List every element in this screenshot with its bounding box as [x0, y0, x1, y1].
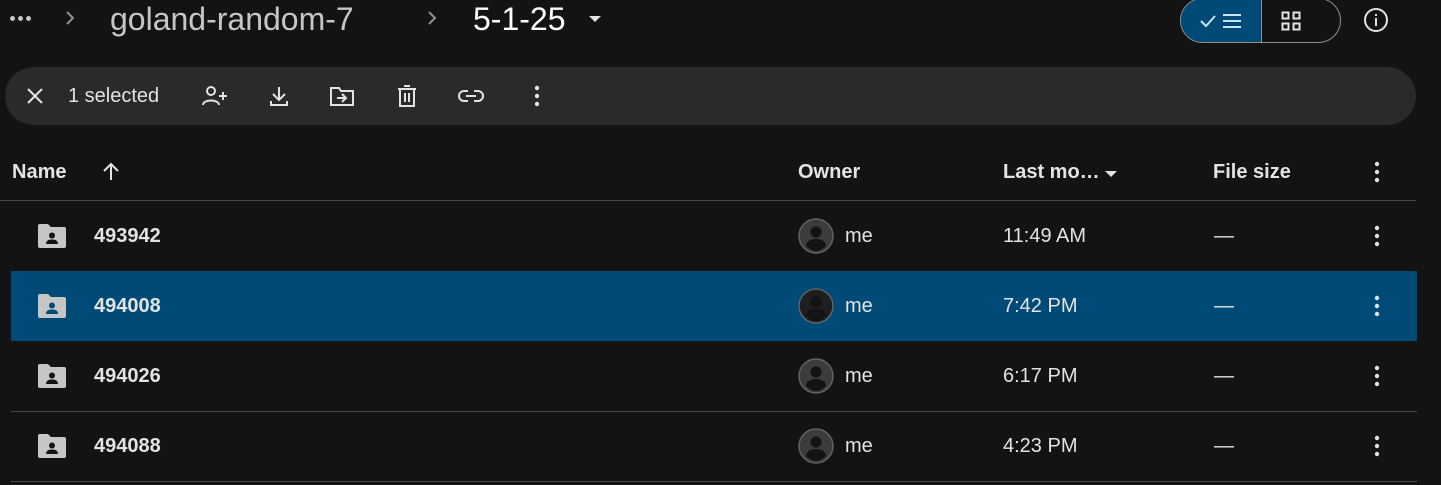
- more-vert-icon: [1374, 365, 1380, 387]
- shared-folder-icon: [37, 362, 67, 390]
- file-name[interactable]: 494026: [94, 363, 161, 389]
- file-size: —: [1214, 435, 1234, 457]
- selection-toolbar: 1 selected: [5, 67, 1416, 125]
- checked-list-icon: [1200, 13, 1241, 28]
- owner-avatar-icon: [798, 288, 834, 324]
- download-button[interactable]: [263, 80, 295, 112]
- shared-folder-icon: [37, 292, 67, 320]
- row-actions-button[interactable]: [1361, 290, 1393, 322]
- shared-folder-icon: [37, 432, 67, 460]
- column-header-modified[interactable]: Last mo…: [1003, 159, 1100, 185]
- column-header-name[interactable]: Name: [12, 159, 66, 185]
- download-icon: [270, 87, 288, 106]
- breadcrumb-current[interactable]: 5-1-25: [473, 0, 566, 39]
- grid-view-icon: [1281, 11, 1301, 30]
- more-horiz-icon[interactable]: [6, 6, 34, 30]
- owner-label: me: [845, 225, 873, 247]
- row-actions-button[interactable]: [1361, 360, 1393, 392]
- owner-avatar-icon: [798, 358, 834, 394]
- owner-avatar-icon: [798, 428, 834, 464]
- move-button[interactable]: [326, 80, 358, 112]
- file-size: —: [1214, 295, 1234, 317]
- last-modified: 11:49 AM: [1003, 225, 1087, 247]
- table-header: Name Owner Last mo… File size: [0, 145, 1441, 201]
- column-options-button[interactable]: [1361, 156, 1393, 188]
- grid-view-button[interactable]: [1242, 0, 1340, 42]
- row-divider: [11, 481, 1417, 482]
- info-button[interactable]: [1360, 4, 1392, 36]
- owner-label: me: [845, 365, 873, 387]
- move-icon: [330, 87, 354, 106]
- file-name[interactable]: 494008: [94, 293, 161, 319]
- share-icon: [202, 86, 227, 106]
- last-modified: 4:23 PM: [1003, 435, 1078, 457]
- trash-icon: [398, 85, 416, 107]
- close-icon: [27, 88, 43, 104]
- share-button[interactable]: [199, 80, 231, 112]
- more-actions-button[interactable]: [521, 80, 553, 112]
- chevron-right-icon: [422, 6, 442, 30]
- shared-folder-icon: [37, 222, 67, 250]
- clear-selection-button[interactable]: [19, 80, 51, 112]
- caret-down-icon[interactable]: [1103, 167, 1119, 179]
- table-row[interactable]: 494026 me 6:17 PM —: [11, 341, 1417, 411]
- table-row[interactable]: 494008 me 7:42 PM —: [11, 271, 1417, 341]
- column-header-owner[interactable]: Owner: [798, 159, 860, 185]
- file-size: —: [1214, 365, 1234, 387]
- more-vert-icon: [534, 85, 540, 107]
- drive-folder-view: goland-random-7 5-1-25 1 selected Name O…: [0, 0, 1441, 485]
- selection-count: 1 selected: [68, 85, 160, 107]
- owner-label: me: [845, 295, 873, 317]
- table-row[interactable]: 494088 me 4:23 PM —: [11, 411, 1417, 481]
- more-vert-icon: [1374, 225, 1380, 247]
- caret-down-icon[interactable]: [586, 10, 604, 28]
- last-modified: 6:17 PM: [1003, 365, 1078, 387]
- owner-label: me: [845, 435, 873, 457]
- row-actions-button[interactable]: [1361, 220, 1393, 252]
- view-toggle: [1180, 0, 1341, 43]
- link-icon: [458, 90, 484, 102]
- sort-arrow-up-icon[interactable]: [100, 160, 122, 184]
- file-name[interactable]: 493942: [94, 223, 161, 249]
- file-name[interactable]: 494088: [94, 433, 161, 459]
- copy-link-button[interactable]: [455, 80, 487, 112]
- more-vert-icon: [1374, 435, 1380, 457]
- more-vert-icon: [1374, 295, 1380, 317]
- last-modified: 7:42 PM: [1003, 295, 1078, 317]
- owner-avatar-icon: [798, 218, 834, 254]
- row-actions-button[interactable]: [1361, 430, 1393, 462]
- table-row[interactable]: 493942 me 11:49 AM —: [11, 201, 1417, 271]
- chevron-right-icon: [60, 6, 80, 30]
- column-header-size[interactable]: File size: [1213, 159, 1291, 185]
- info-icon: [1364, 8, 1388, 32]
- more-vert-icon: [1374, 161, 1380, 183]
- file-size: —: [1214, 225, 1234, 247]
- breadcrumb-parent[interactable]: goland-random-7: [110, 0, 354, 39]
- delete-button[interactable]: [391, 80, 423, 112]
